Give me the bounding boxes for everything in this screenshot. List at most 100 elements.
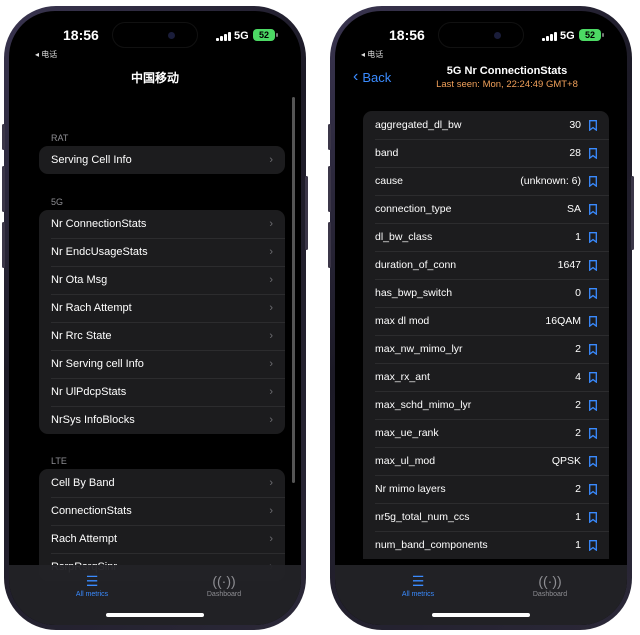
tab-all-metrics[interactable]: ☰ All metrics xyxy=(373,573,463,598)
chevron-right-icon: › xyxy=(269,414,273,426)
list-item-nr-rach-attempt[interactable]: Nr Rach Attempt › xyxy=(39,294,285,322)
list-icon: ☰ xyxy=(411,573,425,589)
back-button[interactable]: ‹ Back xyxy=(353,69,391,85)
home-indicator[interactable] xyxy=(432,613,530,617)
list-item-label: Nr EndcUsageStats xyxy=(51,246,148,258)
bookmark-icon[interactable] xyxy=(589,259,597,271)
list-item-label: Cell By Band xyxy=(51,477,115,489)
battery-icon: 52 xyxy=(579,29,604,41)
stat-key: dl_bw_class xyxy=(375,231,433,243)
list-item-label: Nr Rrc State xyxy=(51,330,112,342)
stat-row-max-rx-ant[interactable]: max_rx_ant 4 xyxy=(363,363,609,391)
volume-down-button xyxy=(2,222,5,268)
stat-row-aggregated-dl-bw[interactable]: aggregated_dl_bw 30 xyxy=(363,111,609,139)
chevron-left-icon: ‹ xyxy=(353,68,359,85)
home-indicator[interactable] xyxy=(106,613,204,617)
list-item-nr-endcusagestats[interactable]: Nr EndcUsageStats › xyxy=(39,238,285,266)
chevron-right-icon: › xyxy=(269,358,273,370)
stat-row-max-schd-mimo-lyr[interactable]: max_schd_mimo_lyr 2 xyxy=(363,391,609,419)
battery-icon: 52 xyxy=(253,29,278,41)
tab-dashboard[interactable]: ((·)) Dashboard xyxy=(505,573,595,598)
chevron-right-icon: › xyxy=(269,477,273,489)
bookmark-icon[interactable] xyxy=(589,539,597,551)
stat-row-nr-mimo-layers[interactable]: Nr mimo layers 2 xyxy=(363,475,609,503)
stat-row-max-nw-mimo-lyr[interactable]: max_nw_mimo_lyr 2 xyxy=(363,335,609,363)
bookmark-icon[interactable] xyxy=(589,343,597,355)
list-item-serving-cell-info[interactable]: Serving Cell Info › xyxy=(39,146,285,174)
bookmark-icon[interactable] xyxy=(589,119,597,131)
stat-row-dl-bw-class[interactable]: dl_bw_class 1 xyxy=(363,223,609,251)
tab-label: All metrics xyxy=(75,591,109,598)
list-item-nr-ulpdcpstats[interactable]: Nr UlPdcpStats › xyxy=(39,378,285,406)
stat-row-num-band-components[interactable]: num_band_components 1 xyxy=(363,531,609,559)
tab-dashboard[interactable]: ((·)) Dashboard xyxy=(179,573,269,598)
volume-down-button xyxy=(328,222,331,268)
back-to-app-link[interactable]: ◂ 电话 xyxy=(361,49,383,60)
bookmark-icon[interactable] xyxy=(589,203,597,215)
stat-value: 0 xyxy=(575,287,581,299)
network-type: 5G xyxy=(234,30,249,42)
volume-up-button xyxy=(328,166,331,212)
stat-row-max-ul-mod[interactable]: max_ul_mod QPSK xyxy=(363,447,609,475)
list-item-label: Nr Rach Attempt xyxy=(51,302,132,314)
list-item-label: Nr UlPdcpStats xyxy=(51,386,127,398)
page-title: 5G Nr ConnectionStats xyxy=(446,65,568,77)
list-item-cell-by-band[interactable]: Cell By Band › xyxy=(39,469,285,497)
stat-value: 16QAM xyxy=(545,315,581,327)
list-item-label: Nr Ota Msg xyxy=(51,274,108,286)
bookmark-icon[interactable] xyxy=(589,371,597,383)
bookmark-icon[interactable] xyxy=(589,483,597,495)
stat-value: 2 xyxy=(575,483,581,495)
phone-left: 18:56 ◂ 电话 5G 52 中国移动 RAT Serving Cell I… xyxy=(2,6,308,630)
stat-value: 1 xyxy=(575,539,581,551)
last-seen-subtitle: Last seen: Mon, 22:24:49 GMT+8 xyxy=(436,79,578,90)
stat-key: Nr mimo layers xyxy=(375,483,446,495)
list-item-nr-rrc-state[interactable]: Nr Rrc State › xyxy=(39,322,285,350)
stat-key: max_ul_mod xyxy=(375,455,436,467)
bookmark-icon[interactable] xyxy=(589,231,597,243)
chevron-right-icon: › xyxy=(269,274,273,286)
stat-row-max-dl-mod[interactable]: max dl mod 16QAM xyxy=(363,307,609,335)
stat-row-band[interactable]: band 28 xyxy=(363,139,609,167)
tab-label: Dashboard xyxy=(206,591,242,598)
bookmark-icon[interactable] xyxy=(589,315,597,327)
bookmark-icon[interactable] xyxy=(589,399,597,411)
antenna-icon: ((·)) xyxy=(212,573,236,589)
stat-value: 28 xyxy=(569,147,581,159)
stat-row-cause[interactable]: cause (unknown: 6) xyxy=(363,167,609,195)
bookmark-icon[interactable] xyxy=(589,147,597,159)
stat-row-nr5g-total-num-ccs[interactable]: nr5g_total_num_ccs 1 xyxy=(363,503,609,531)
list-item-rach-attempt[interactable]: Rach Attempt › xyxy=(39,525,285,553)
stat-value: 4 xyxy=(575,371,581,383)
list-item-nr-ota-msg[interactable]: Nr Ota Msg › xyxy=(39,266,285,294)
bookmark-icon[interactable] xyxy=(589,427,597,439)
status-bar: 18:56 ◂ 电话 5G 52 xyxy=(335,27,627,59)
section-label-5g: 5G xyxy=(51,197,64,207)
bookmark-icon[interactable] xyxy=(589,175,597,187)
mute-switch xyxy=(328,124,331,150)
bookmark-icon[interactable] xyxy=(589,455,597,467)
list-item-label: Rach Attempt xyxy=(51,533,118,545)
stat-row-max-ue-rank[interactable]: max_ue_rank 2 xyxy=(363,419,609,447)
network-type: 5G xyxy=(560,30,575,42)
stat-row-connection-type[interactable]: connection_type SA xyxy=(363,195,609,223)
phone-right: 18:56 ◂ 电话 5G 52 ‹ Back 5G Nr Connection… xyxy=(328,6,634,630)
list-item-nr-connectionstats[interactable]: Nr ConnectionStats › xyxy=(39,210,285,238)
stat-key: nr5g_total_num_ccs xyxy=(375,511,470,523)
stat-row-duration-of-conn[interactable]: duration_of_conn 1647 xyxy=(363,251,609,279)
stat-row-has-bwp-switch[interactable]: has_bwp_switch 0 xyxy=(363,279,609,307)
list-item-nr-serving-cell-info[interactable]: Nr Serving cell Info › xyxy=(39,350,285,378)
scrollbar[interactable] xyxy=(292,97,295,483)
stat-key: max_rx_ant xyxy=(375,371,430,383)
bookmark-icon[interactable] xyxy=(589,287,597,299)
stat-key: max_ue_rank xyxy=(375,427,439,439)
bookmark-icon[interactable] xyxy=(589,511,597,523)
volume-up-button xyxy=(2,166,5,212)
tab-label: Dashboard xyxy=(532,591,568,598)
tab-all-metrics[interactable]: ☰ All metrics xyxy=(47,573,137,598)
stat-value: 30 xyxy=(569,119,581,131)
list-item-nrsys-infoblocks[interactable]: NrSys InfoBlocks › xyxy=(39,406,285,434)
chevron-right-icon: › xyxy=(269,154,273,166)
back-to-app-link[interactable]: ◂ 电话 xyxy=(35,49,57,60)
list-item-connectionstats[interactable]: ConnectionStats › xyxy=(39,497,285,525)
